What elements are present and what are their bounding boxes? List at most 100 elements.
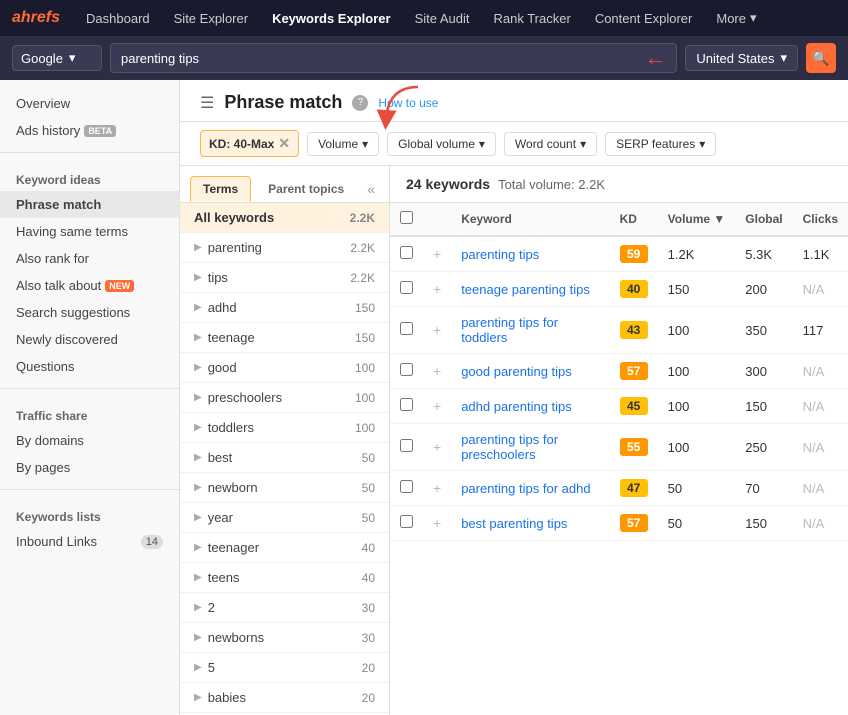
list-item[interactable]: ▶ 5 20 bbox=[180, 653, 389, 683]
add-keyword-btn[interactable]: + bbox=[433, 322, 441, 338]
list-item[interactable]: ▶ teenager 40 bbox=[180, 533, 389, 563]
list-item[interactable]: ▶ adhd 150 bbox=[180, 293, 389, 323]
keyword-link[interactable]: teenage parenting tips bbox=[461, 282, 590, 297]
row-kd-cell: 57 bbox=[610, 354, 658, 389]
list-item[interactable]: ▶ teens 40 bbox=[180, 563, 389, 593]
divider bbox=[0, 489, 179, 490]
list-item[interactable]: ▶ toddlers 100 bbox=[180, 413, 389, 443]
add-keyword-btn[interactable]: + bbox=[433, 515, 441, 531]
row-checkbox[interactable] bbox=[400, 281, 413, 294]
list-item[interactable]: ▶ teenage 150 bbox=[180, 323, 389, 353]
row-checkbox-cell bbox=[390, 506, 423, 541]
kd-badge: 55 bbox=[620, 438, 648, 456]
nav-content-explorer[interactable]: Content Explorer bbox=[585, 7, 703, 30]
list-item[interactable]: ▶ preschoolers 100 bbox=[180, 383, 389, 413]
sidebar-item-also-rank-for[interactable]: Also rank for bbox=[0, 245, 179, 272]
keyword-link[interactable]: adhd parenting tips bbox=[461, 399, 572, 414]
row-volume-cell: 50 bbox=[658, 471, 736, 506]
row-checkbox[interactable] bbox=[400, 439, 413, 452]
sidebar-item-ads-history[interactable]: Ads history BETA bbox=[0, 117, 179, 144]
search-icon: 🔍 bbox=[812, 50, 829, 67]
beta-badge: BETA bbox=[84, 125, 116, 137]
engine-select[interactable]: Google ▾ bbox=[12, 45, 102, 71]
search-button[interactable]: 🔍 bbox=[806, 43, 836, 73]
row-checkbox[interactable] bbox=[400, 398, 413, 411]
hamburger-icon[interactable]: ☰ bbox=[200, 93, 214, 113]
clicks-value: N/A bbox=[803, 282, 825, 297]
sidebar-item-search-suggestions[interactable]: Search suggestions bbox=[0, 299, 179, 326]
list-item[interactable]: ▶ 2 30 bbox=[180, 593, 389, 623]
keyword-link[interactable]: parenting tips for toddlers bbox=[461, 315, 558, 345]
col-global[interactable]: Global bbox=[735, 203, 792, 236]
keyword-link[interactable]: best parenting tips bbox=[461, 516, 567, 531]
row-add-cell: + bbox=[423, 236, 451, 272]
keyword-link[interactable]: good parenting tips bbox=[461, 364, 572, 379]
country-select[interactable]: United States ▾ bbox=[685, 45, 798, 71]
tab-parent-topics[interactable]: Parent topics bbox=[255, 176, 357, 202]
kd-filter-chip[interactable]: KD: 40-Max ✕ bbox=[200, 130, 299, 157]
new-badge: NEW bbox=[105, 280, 134, 292]
inbound-links-count: 14 bbox=[141, 535, 163, 549]
add-keyword-btn[interactable]: + bbox=[433, 246, 441, 262]
add-keyword-btn[interactable]: + bbox=[433, 398, 441, 414]
volume-filter-btn[interactable]: Volume ▾ bbox=[307, 132, 379, 156]
add-keyword-btn[interactable]: + bbox=[433, 281, 441, 297]
list-item[interactable]: ▶ newborn 50 bbox=[180, 473, 389, 503]
list-item[interactable]: ▶ tips 2.2K bbox=[180, 263, 389, 293]
row-checkbox[interactable] bbox=[400, 246, 413, 259]
sidebar-item-overview[interactable]: Overview bbox=[0, 90, 179, 117]
row-checkbox[interactable] bbox=[400, 515, 413, 528]
row-keyword-cell: parenting tips bbox=[451, 236, 609, 272]
nav-rank-tracker[interactable]: Rank Tracker bbox=[484, 7, 581, 30]
collapse-panel-btn[interactable]: « bbox=[363, 177, 379, 201]
row-checkbox[interactable] bbox=[400, 363, 413, 376]
list-item[interactable]: ▶ good 100 bbox=[180, 353, 389, 383]
add-keyword-btn[interactable]: + bbox=[433, 439, 441, 455]
sidebar-item-inbound-links[interactable]: Inbound Links 14 bbox=[0, 528, 179, 555]
arrow-icon: ▶ bbox=[194, 332, 202, 343]
kw-group-all-keywords[interactable]: All keywords 2.2K bbox=[180, 203, 389, 233]
keyword-link[interactable]: parenting tips bbox=[461, 247, 539, 262]
sidebar-item-having-same-terms[interactable]: Having same terms bbox=[0, 218, 179, 245]
word-count-filter-btn[interactable]: Word count ▾ bbox=[504, 132, 597, 156]
sidebar-item-newly-discovered[interactable]: Newly discovered bbox=[0, 326, 179, 353]
table-row: + parenting tips 59 1.2K 5.3K 1.1K bbox=[390, 236, 848, 272]
serp-features-filter-btn[interactable]: SERP features ▾ bbox=[605, 132, 716, 156]
kd-badge: 45 bbox=[620, 397, 648, 415]
kd-filter-close[interactable]: ✕ bbox=[278, 135, 290, 152]
col-clicks[interactable]: Clicks bbox=[793, 203, 848, 236]
nav-dashboard[interactable]: Dashboard bbox=[76, 7, 160, 30]
sidebar-item-questions[interactable]: Questions bbox=[0, 353, 179, 380]
kd-badge: 59 bbox=[620, 245, 648, 263]
nav-site-audit[interactable]: Site Audit bbox=[405, 7, 480, 30]
list-item[interactable]: ▶ babies 20 bbox=[180, 683, 389, 713]
row-checkbox[interactable] bbox=[400, 480, 413, 493]
list-item[interactable]: ▶ parenting 2.2K bbox=[180, 233, 389, 263]
global-volume-filter-btn[interactable]: Global volume ▾ bbox=[387, 132, 496, 156]
list-item[interactable]: ▶ best 50 bbox=[180, 443, 389, 473]
sidebar-item-phrase-match[interactable]: Phrase match bbox=[0, 191, 179, 218]
col-kd[interactable]: KD bbox=[610, 203, 658, 236]
list-item[interactable]: ▶ year 50 bbox=[180, 503, 389, 533]
select-all-checkbox[interactable] bbox=[400, 211, 413, 224]
keyword-link[interactable]: parenting tips for adhd bbox=[461, 481, 590, 496]
col-keyword[interactable]: Keyword bbox=[451, 203, 609, 236]
row-clicks-cell: N/A bbox=[793, 471, 848, 506]
help-icon[interactable]: ? bbox=[352, 95, 368, 111]
add-keyword-btn[interactable]: + bbox=[433, 363, 441, 379]
nav-keywords-explorer[interactable]: Keywords Explorer bbox=[262, 7, 401, 30]
tab-terms[interactable]: Terms bbox=[190, 176, 251, 202]
keyword-link[interactable]: parenting tips for preschoolers bbox=[461, 432, 558, 462]
keyword-panels: Terms Parent topics « All keywords 2.2K … bbox=[180, 166, 848, 715]
list-item[interactable]: ▶ newborns 30 bbox=[180, 623, 389, 653]
sidebar-item-also-talk-about[interactable]: Also talk about NEW bbox=[0, 272, 179, 299]
add-keyword-btn[interactable]: + bbox=[433, 480, 441, 496]
nav-site-explorer[interactable]: Site Explorer bbox=[164, 7, 258, 30]
col-checkbox bbox=[390, 203, 423, 236]
sidebar-item-by-pages[interactable]: By pages bbox=[0, 454, 179, 481]
sidebar-item-by-domains[interactable]: By domains bbox=[0, 427, 179, 454]
nav-more-button[interactable]: More ▾ bbox=[706, 6, 766, 30]
row-checkbox[interactable] bbox=[400, 322, 413, 335]
col-volume[interactable]: Volume ▼ bbox=[658, 203, 736, 236]
search-input[interactable] bbox=[121, 51, 636, 66]
